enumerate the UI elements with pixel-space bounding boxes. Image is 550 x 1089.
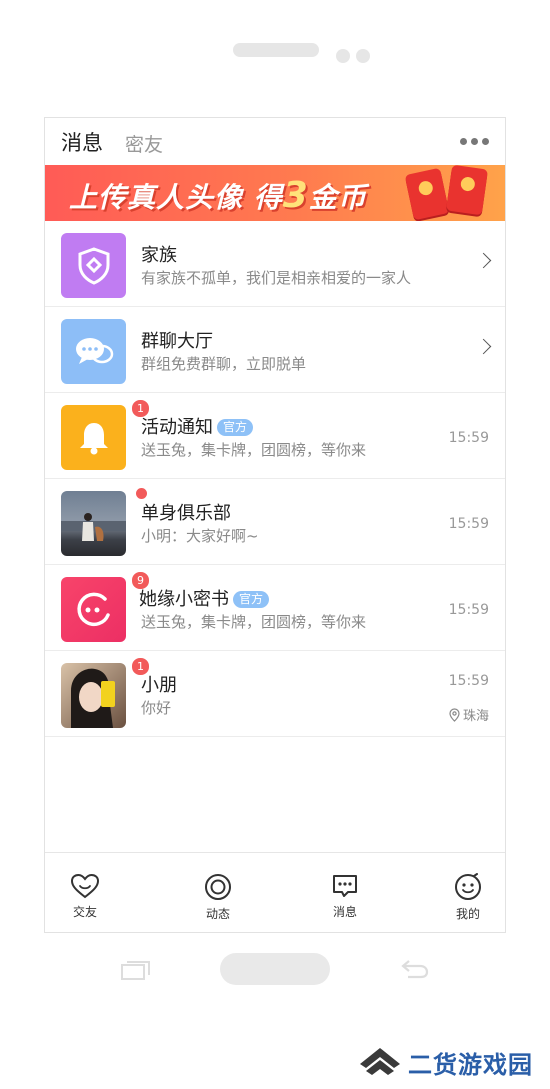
- more-icon[interactable]: [460, 138, 489, 145]
- item-subtitle: 群组免费群聊，立即脱单: [141, 355, 307, 373]
- heart-icon: [70, 873, 100, 899]
- shield-icon: [61, 233, 126, 298]
- item-title: 活动通知 官方: [141, 413, 254, 439]
- moments-icon: [205, 874, 231, 900]
- chat-bubbles-icon: [61, 319, 126, 384]
- phone-camera: [336, 49, 350, 63]
- phone-speaker: [233, 43, 319, 57]
- bottom-nav: 交友 动态 消息 我的: [45, 852, 505, 932]
- item-subtitle: 有家族不孤单，我们是相亲相爱的一家人: [141, 269, 412, 287]
- list-item-singles-club[interactable]: 单身俱乐部 小明：大家好啊~ 15:59: [45, 479, 505, 565]
- conversation-list: 家族 有家族不孤单，我们是相亲相爱的一家人 群聊大厅 群组免费群聊，立即脱单 1…: [45, 221, 505, 737]
- watermark: 二货游戏园: [358, 1045, 533, 1080]
- app-screen: 消息 密友 上传真人头像 得3金币 家族 有家族不孤单，我们是相亲相爱的一家人: [44, 117, 506, 933]
- location: 珠海: [449, 705, 489, 724]
- nav-profile[interactable]: 我的: [438, 853, 498, 922]
- location-pin-icon: [449, 707, 460, 722]
- secretary-icon: 9: [61, 571, 150, 642]
- list-item-group-chat[interactable]: 群聊大厅 群组免费群聊，立即脱单: [45, 307, 505, 393]
- item-time: 15:59: [448, 673, 489, 689]
- item-title: 单身俱乐部: [141, 503, 231, 524]
- item-title: 小朋: [141, 675, 177, 696]
- face-icon: [455, 873, 481, 900]
- item-subtitle: 送玉兔，集卡牌，团圆榜，等你来: [141, 441, 367, 459]
- tab-messages[interactable]: 消息: [61, 127, 103, 157]
- official-tag: 官方: [233, 591, 270, 608]
- back-icon[interactable]: [400, 958, 430, 980]
- item-subtitle: 送玉兔，集卡牌，团圆榜，等你来: [141, 613, 367, 631]
- item-subtitle: 小明：大家好啊~: [141, 527, 259, 545]
- nav-messages[interactable]: 消息: [315, 853, 375, 920]
- user-photo: 1: [61, 657, 150, 728]
- promo-banner[interactable]: 上传真人头像 得3金币: [45, 165, 505, 221]
- item-title: 家族: [141, 245, 177, 266]
- message-icon: [333, 875, 357, 897]
- red-envelope-icon: [404, 167, 450, 221]
- top-bar: 消息 密友: [45, 118, 505, 165]
- home-button[interactable]: [220, 953, 330, 985]
- red-envelope-icon: [445, 165, 489, 216]
- item-time: 15:59: [448, 430, 489, 446]
- group-photo: [61, 487, 148, 556]
- nav-moments[interactable]: 动态: [188, 853, 248, 922]
- item-subtitle: 你好: [141, 699, 172, 717]
- phone-sensor: [356, 49, 370, 63]
- watermark-logo-icon: [360, 1047, 400, 1075]
- item-time: 15:59: [448, 516, 489, 532]
- chevron-right-icon: [475, 252, 492, 269]
- banner-text: 上传真人头像 得3金币: [69, 175, 367, 216]
- item-title: 她缘小密书 官方: [139, 585, 270, 611]
- item-title: 群聊大厅: [141, 331, 213, 352]
- list-item-xiaopeng[interactable]: 1 小朋 你好 15:59 珠海: [45, 651, 505, 737]
- item-time: 15:59: [448, 602, 489, 618]
- list-item-secretary[interactable]: 9 她缘小密书 官方 送玉兔，集卡牌，团圆榜，等你来 15:59: [45, 565, 505, 651]
- recent-apps-icon[interactable]: [121, 960, 151, 980]
- list-item-activity-notice[interactable]: 1 活动通知 官方 送玉兔，集卡牌，团圆榜，等你来 15:59: [45, 393, 505, 479]
- tab-friends[interactable]: 密友: [125, 130, 163, 157]
- official-tag: 官方: [217, 419, 254, 436]
- bell-icon: 1: [61, 399, 150, 470]
- nav-friends[interactable]: 交友: [55, 853, 115, 920]
- list-item-family[interactable]: 家族 有家族不孤单，我们是相亲相爱的一家人: [45, 221, 505, 307]
- chevron-right-icon: [475, 338, 492, 355]
